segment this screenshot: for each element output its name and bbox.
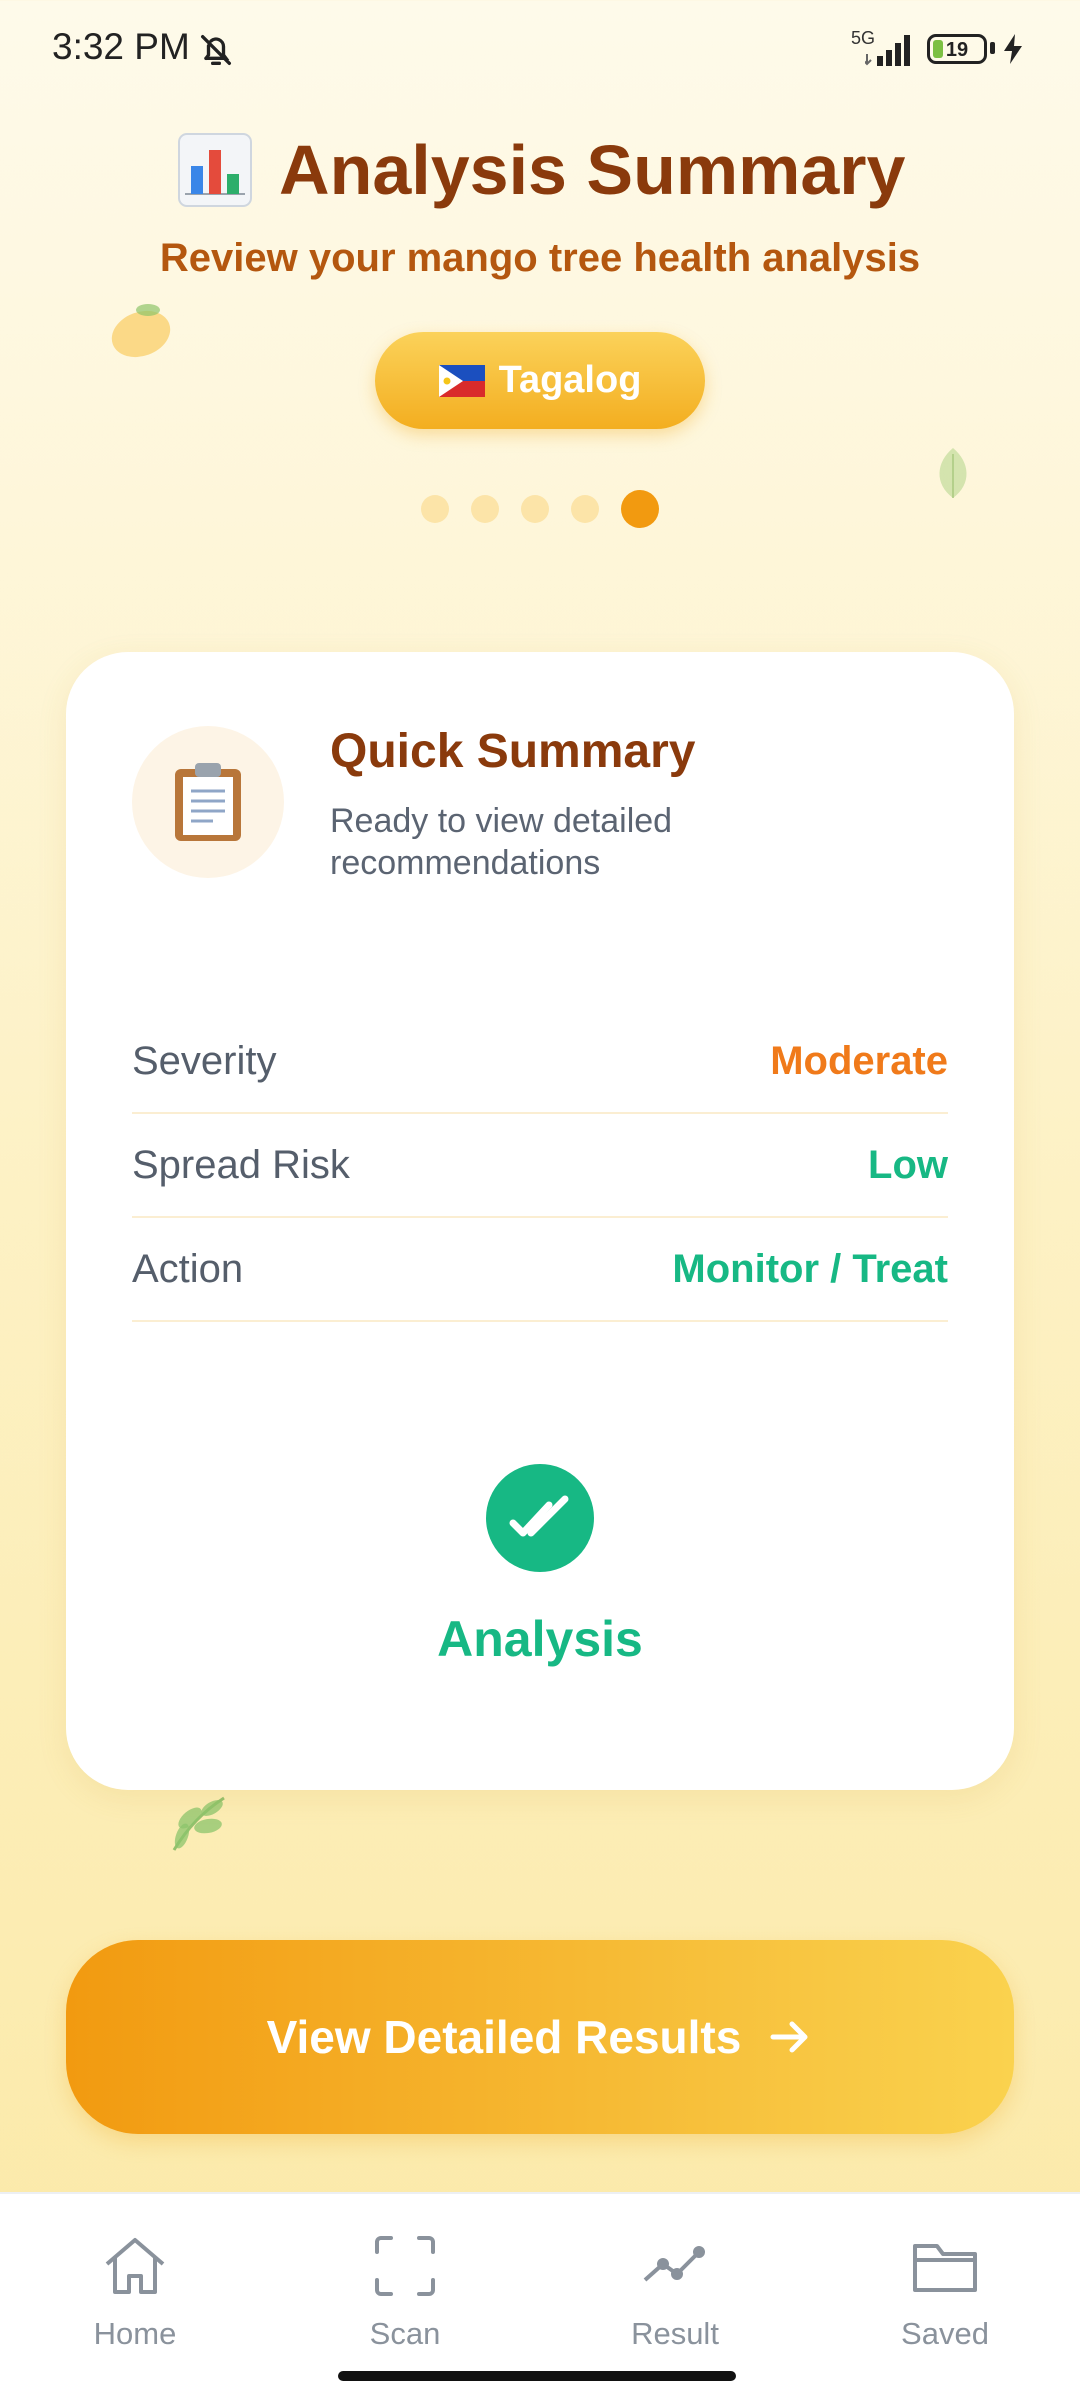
- step-dot-2: [471, 495, 499, 523]
- nav-scan[interactable]: Scan: [315, 2230, 495, 2352]
- battery-percent: 19: [945, 39, 969, 61]
- home-indicator[interactable]: [338, 2371, 736, 2381]
- action-value: Monitor / Treat: [672, 1246, 948, 1291]
- battery-tip: [990, 42, 995, 54]
- quick-summary-card: Quick Summary Ready to view detailed rec…: [66, 652, 1014, 1790]
- spread-risk-value: Low: [868, 1142, 948, 1187]
- page-header: Analysis Summary: [0, 130, 1080, 210]
- page-subtitle: Review your mango tree health analysis: [159, 236, 921, 280]
- mango-decoration: [111, 304, 171, 358]
- summary-row-severity: Severity Moderate: [132, 1010, 948, 1114]
- cta-label: View Detailed Results: [266, 2011, 742, 2063]
- nav-saved-label: Saved: [901, 2316, 989, 2351]
- summary-subtitle: Ready to view detailed recommendations: [330, 802, 673, 882]
- step-dot-1: [421, 495, 449, 523]
- step-indicator: [0, 490, 1080, 528]
- severity-value: Moderate: [770, 1038, 948, 1083]
- summary-title: Quick Summary: [330, 725, 696, 778]
- philippines-flag-icon: [438, 364, 485, 397]
- folder-icon: [913, 2244, 977, 2292]
- battery-icon: 19: [927, 34, 987, 64]
- language-label: Tagalog: [498, 359, 642, 401]
- result-chart-icon: [643, 2246, 705, 2282]
- summary-row-spread-risk: Spread Risk Low: [132, 1114, 948, 1218]
- nav-result[interactable]: Result: [585, 2230, 765, 2352]
- bar-chart-emoji: [177, 133, 252, 207]
- clipboard-icon: [175, 763, 241, 841]
- summary-rows: Severity Moderate Spread Risk Low Action…: [132, 1010, 948, 1322]
- spread-risk-label: Spread Risk: [132, 1142, 350, 1187]
- signal-icon: [865, 35, 910, 66]
- home-icon: [105, 2238, 165, 2294]
- clipboard-icon-wrap: [132, 726, 284, 878]
- step-dot-3: [521, 495, 549, 523]
- step-dot-5-active: [621, 490, 659, 528]
- bell-off-icon: [201, 35, 231, 65]
- nav-saved[interactable]: Saved: [855, 2230, 1035, 2352]
- nav-home-label: Home: [93, 2316, 177, 2351]
- page-title: Analysis Summary: [279, 131, 906, 209]
- nav-home[interactable]: Home: [45, 2230, 225, 2352]
- status-time: 3:32 PM: [52, 26, 190, 67]
- double-check-icon: [486, 1464, 594, 1572]
- herb-decoration: [172, 1796, 225, 1851]
- view-detailed-results-button[interactable]: View Detailed Results: [66, 1940, 1014, 2134]
- step-dot-4: [571, 495, 599, 523]
- analysis-status-label: Analysis: [437, 1611, 643, 1667]
- charging-icon: [1004, 34, 1022, 64]
- nav-scan-label: Scan: [369, 2316, 441, 2351]
- language-button[interactable]: Tagalog: [375, 332, 705, 429]
- summary-row-action: Action Monitor / Treat: [132, 1218, 948, 1322]
- severity-label: Severity: [132, 1038, 277, 1083]
- action-label: Action: [132, 1246, 244, 1291]
- arrow-right-icon: [770, 2021, 808, 2053]
- status-bar: 3:32 PM 5G 19: [0, 0, 1080, 100]
- scan-icon: [375, 2236, 435, 2296]
- nav-result-label: Result: [631, 2316, 719, 2351]
